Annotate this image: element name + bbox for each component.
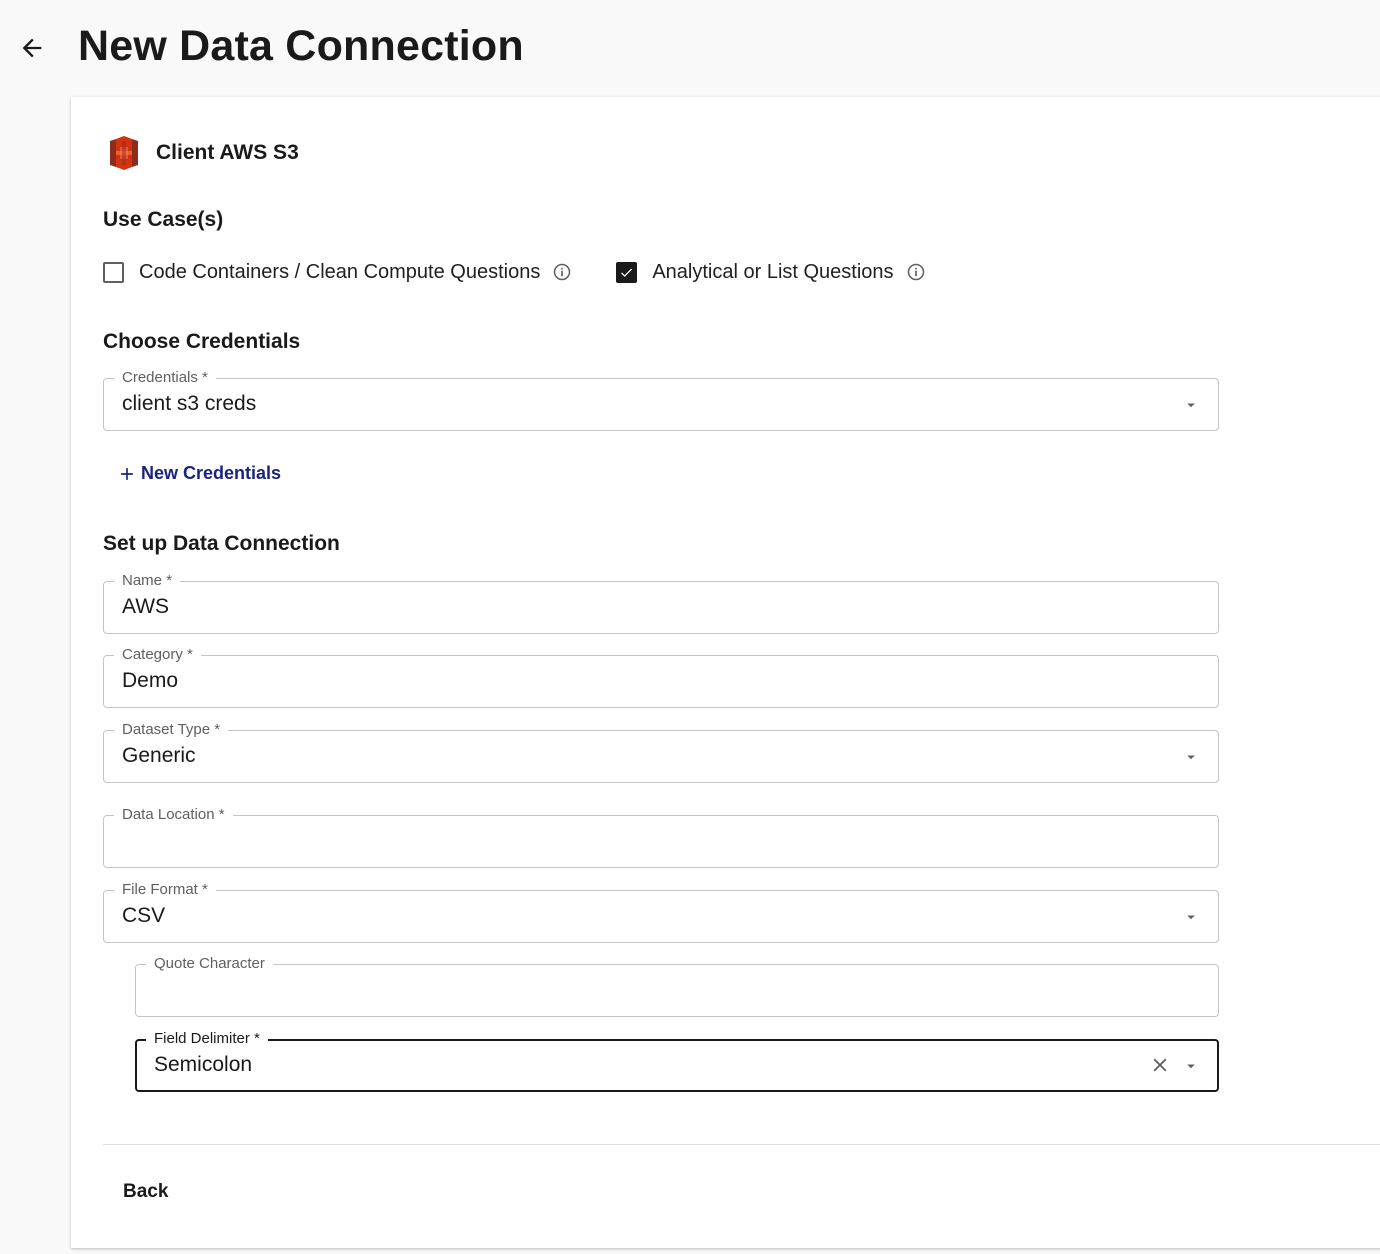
connection-form-card: Client AWS S3 Use Case(s) Code Container… [71, 97, 1380, 1248]
page-title: New Data Connection [78, 22, 524, 70]
code-containers-label: Code Containers / Clean Compute Question… [139, 260, 541, 283]
category-label: Category * [114, 646, 201, 664]
back-arrow-icon[interactable] [18, 34, 46, 62]
name-value[interactable]: AWS [122, 595, 169, 619]
dataset-type-select[interactable]: Dataset Type * Generic [103, 721, 1219, 783]
analytical-checkbox[interactable] [616, 261, 638, 283]
quote-character-field[interactable]: Quote Character [135, 955, 1219, 1017]
back-button[interactable]: Back [111, 1175, 180, 1209]
name-label: Name * [114, 572, 181, 590]
close-icon[interactable] [1149, 1054, 1171, 1076]
footer-divider [103, 1144, 1380, 1145]
use-cases-group: Code Containers / Clean Compute Question… [103, 257, 970, 287]
code-containers-checkbox[interactable] [103, 261, 124, 283]
dataset-type-value: Generic [122, 744, 196, 767]
info-icon[interactable] [552, 262, 572, 282]
plus-icon [121, 467, 133, 480]
file-format-value: CSV [122, 904, 166, 927]
field-delimiter-label: Field Delimiter * [146, 1030, 268, 1048]
category-value[interactable]: Demo [122, 669, 178, 693]
data-source-name: Client AWS S3 [156, 141, 299, 164]
category-field[interactable]: Category * Demo [103, 646, 1219, 708]
info-icon[interactable] [906, 262, 926, 282]
field-delimiter-select[interactable]: Field Delimiter * Semicolon [135, 1030, 1219, 1092]
credentials-value: client s3 creds [122, 392, 257, 415]
file-format-label: File Format * [114, 881, 216, 899]
choose-credentials-title: Choose Credentials [103, 330, 301, 353]
chevron-down-icon[interactable] [1182, 396, 1200, 414]
new-credentials-label: New Credentials [141, 463, 282, 483]
use-case-analytical[interactable]: Analytical or List Questions [616, 261, 925, 284]
page-header: New Data Connection [0, 0, 1380, 96]
name-field[interactable]: Name * AWS [103, 572, 1219, 634]
setup-connection-title: Set up Data Connection [103, 532, 340, 555]
new-credentials-button[interactable]: New Credentials [117, 463, 281, 484]
analytical-label: Analytical or List Questions [652, 260, 894, 283]
chevron-down-icon[interactable] [1182, 908, 1200, 926]
file-format-select[interactable]: File Format * CSV [103, 881, 1219, 943]
credentials-label: Credentials * [114, 369, 216, 387]
quote-character-label: Quote Character [146, 955, 273, 973]
chevron-down-icon[interactable] [1182, 1057, 1200, 1075]
data-source: Client AWS S3 [106, 133, 299, 173]
data-location-field[interactable]: Data Location * [103, 806, 1219, 868]
use-case-code-containers[interactable]: Code Containers / Clean Compute Question… [103, 261, 572, 284]
chevron-down-icon[interactable] [1182, 748, 1200, 766]
data-location-label: Data Location * [114, 806, 233, 824]
checkmark-icon [621, 268, 633, 277]
dataset-type-label: Dataset Type * [114, 721, 229, 739]
use-cases-title: Use Case(s) [103, 208, 224, 231]
field-delimiter-value: Semicolon [154, 1053, 253, 1076]
credentials-select[interactable]: Credentials * client s3 creds [103, 369, 1219, 431]
aws-s3-logo-icon [110, 136, 138, 170]
